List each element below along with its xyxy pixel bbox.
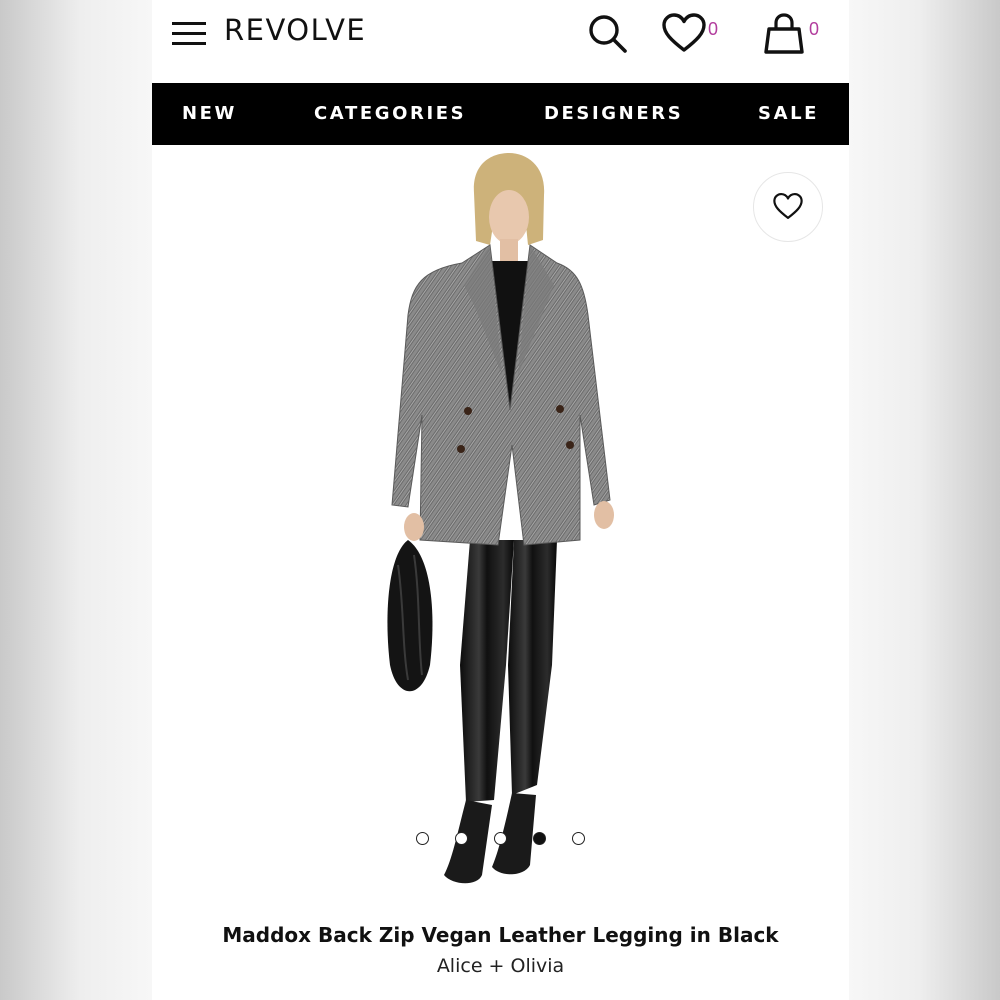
shopping-bag-icon	[764, 13, 804, 54]
carousel-dot[interactable]	[494, 832, 507, 845]
product-title: Maddox Back Zip Vegan Leather Legging in…	[222, 923, 779, 947]
revolve-logo[interactable]: REVOLVE	[224, 13, 366, 47]
search-icon	[589, 15, 627, 53]
shopping-bag-button[interactable]: 0	[762, 12, 826, 56]
favorite-button[interactable]	[753, 172, 823, 242]
nav-item-designers[interactable]: DESIGNERS	[544, 103, 683, 124]
heart-icon	[662, 13, 706, 52]
product-page: REVOLVE 0 0 NEW CATEGORIES DESIGNERS SAL…	[152, 0, 849, 1000]
carousel-dot[interactable]	[455, 832, 468, 845]
nav-item-sale[interactable]: SALE	[758, 103, 819, 124]
image-carousel-dots	[152, 830, 849, 848]
carousel-dot[interactable]	[416, 832, 429, 845]
wishlist-count: 0	[708, 19, 719, 39]
carousel-dot[interactable]	[572, 832, 585, 845]
carousel-dot-active[interactable]	[533, 832, 546, 845]
heart-icon	[773, 192, 803, 219]
main-navigation: NEW CATEGORIES DESIGNERS SALE	[152, 83, 849, 145]
search-button[interactable]	[584, 12, 630, 56]
product-brand[interactable]: Alice + Olivia	[152, 955, 849, 977]
nav-item-categories[interactable]: CATEGORIES	[314, 103, 466, 124]
bag-count: 0	[809, 19, 820, 39]
wishlist-button[interactable]: 0	[661, 12, 727, 56]
hamburger-menu-icon[interactable]	[172, 22, 206, 46]
product-image[interactable]	[152, 145, 849, 905]
nav-item-new[interactable]: NEW	[182, 103, 237, 124]
top-bar: REVOLVE 0 0	[152, 0, 849, 82]
